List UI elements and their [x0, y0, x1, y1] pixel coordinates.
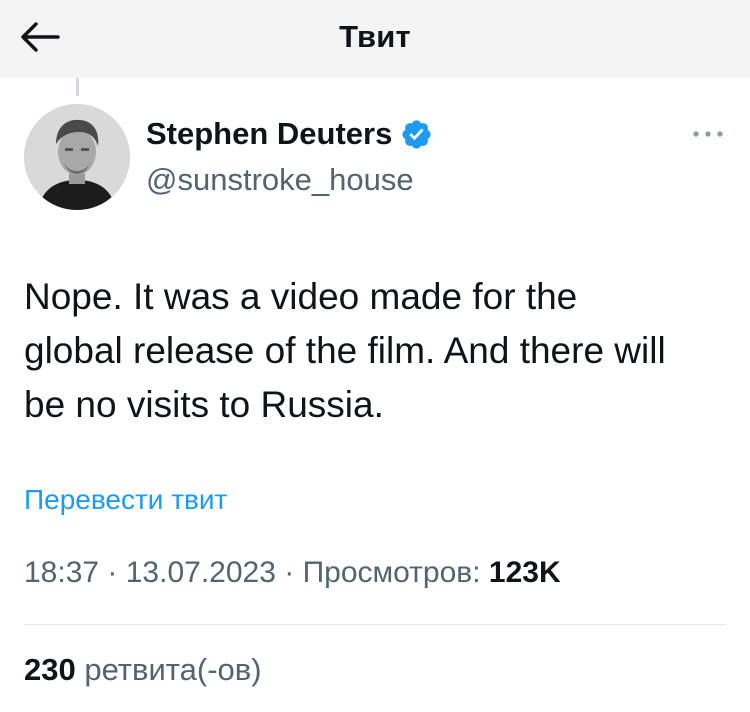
- retweets-count: 230: [24, 652, 76, 687]
- more-options-button[interactable]: [690, 122, 726, 146]
- tweet-metadata: 18:37 · 13.07.2023 · Просмотров: 123K: [24, 556, 561, 590]
- thread-connector-line: [76, 78, 79, 96]
- author-handle[interactable]: @sunstroke_house: [146, 162, 414, 198]
- tweet-date[interactable]: 13.07.2023: [126, 556, 276, 589]
- divider: [24, 624, 726, 625]
- author-name-text: Stephen Deuters: [146, 116, 393, 151]
- views-label: Просмотров:: [302, 556, 481, 589]
- meta-separator: ·: [107, 556, 126, 589]
- more-horizontal-icon: [693, 131, 723, 137]
- page-title: Твит: [339, 19, 411, 54]
- meta-separator: ·: [284, 556, 303, 589]
- retweets-stat[interactable]: 230 ретвита(-ов): [24, 652, 262, 688]
- tweet-text: Nope. It was a video made for the global…: [24, 276, 666, 425]
- tweet-time[interactable]: 18:37: [24, 556, 99, 589]
- retweets-label: ретвита(-ов): [84, 652, 262, 687]
- avatar-image: [24, 104, 130, 210]
- verified-badge-icon: [402, 119, 431, 149]
- views-count: 123K: [488, 556, 561, 589]
- avatar[interactable]: [24, 104, 130, 210]
- translate-tweet-link[interactable]: Перевести твит: [24, 484, 227, 516]
- author-name[interactable]: Stephen Deuters: [146, 116, 433, 152]
- top-bar: Твит: [0, 0, 750, 78]
